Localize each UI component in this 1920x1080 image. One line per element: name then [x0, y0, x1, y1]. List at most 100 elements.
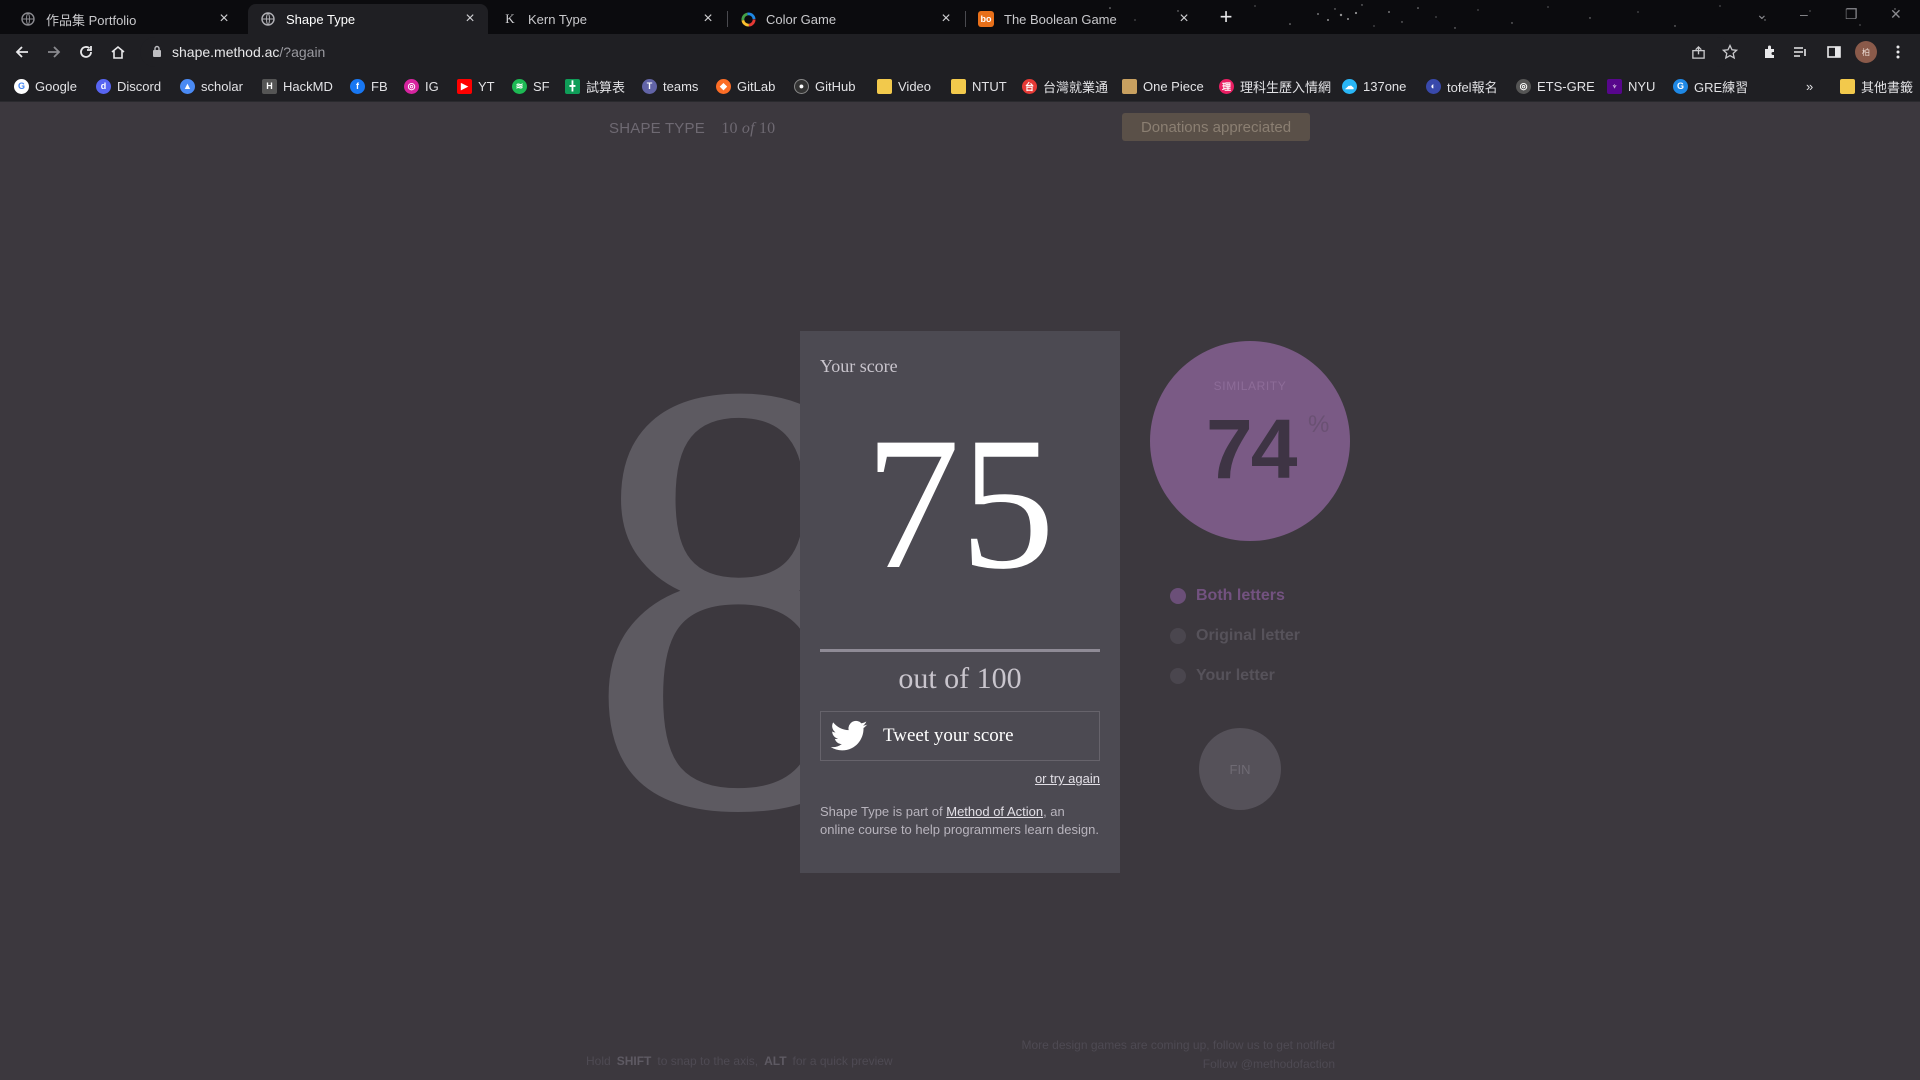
close-tab-icon[interactable]: ×: [938, 10, 954, 28]
media-control-icon[interactable]: [1786, 38, 1814, 66]
browser-toolbar: shape.method.ac/?again 柏: [0, 34, 1920, 70]
bookmark-137one[interactable]: ☁ 137one: [1342, 77, 1406, 95]
reload-button[interactable]: [72, 38, 100, 66]
nyu-torch-icon: ♆: [1607, 78, 1622, 94]
donate-button[interactable]: Donations appreciated: [1122, 113, 1310, 141]
score-value: 75: [865, 399, 1055, 609]
view-option-both-letters[interactable]: Both letters: [1170, 587, 1285, 605]
notify-line: More design games are coming up, follow …: [1021, 1038, 1335, 1052]
color-wheel-icon: [740, 11, 756, 27]
close-tab-icon[interactable]: ×: [700, 10, 716, 28]
new-tab-button[interactable]: +: [1213, 5, 1239, 31]
bookmarks-bar: G Google d Discord ▲ scholar H HackMD f FB ◎ I…: [0, 70, 1920, 102]
menu-kebab-icon[interactable]: [1884, 38, 1912, 66]
view-option-your-letter[interactable]: Your letter: [1170, 667, 1275, 685]
bookmark-hackmd[interactable]: H HackMD: [262, 77, 333, 95]
tab-kern-type[interactable]: K Kern Type ×: [490, 4, 726, 34]
github-icon: ●: [794, 78, 809, 94]
bookmark-gitlab[interactable]: ◆ GitLab: [716, 77, 775, 95]
bookmark-yt[interactable]: ▶ YT: [457, 77, 495, 95]
tab-portfolio[interactable]: 作品集 Portfolio ×: [8, 4, 242, 34]
similarity-label: SIMILARITY: [1213, 379, 1287, 393]
similarity-badge: SIMILARITY 74 %: [1150, 341, 1350, 541]
maximize-icon[interactable]: ❐: [1845, 6, 1858, 23]
anime-site-icon: 理: [1219, 78, 1234, 94]
bookmark-teams[interactable]: Tteams: [642, 77, 698, 95]
bookmarks-overflow-button[interactable]: »: [1806, 77, 1813, 95]
bookmark-science-romance[interactable]: 理理科生歷入情網: [1219, 77, 1331, 95]
bookmark-ets-gre[interactable]: ◎ ETS-GRE: [1516, 77, 1595, 95]
bookmark-sf[interactable]: ≋ SF: [512, 77, 550, 95]
discord-icon: d: [96, 78, 111, 94]
home-icon: [111, 45, 125, 59]
shape-type-page: SHAPE TYPE 10 of 10 Donations appreciate…: [0, 103, 1920, 1080]
tab-title: Kern Type: [528, 11, 588, 27]
forward-button[interactable]: [40, 38, 68, 66]
close-tab-icon[interactable]: ×: [216, 10, 232, 28]
tab-title: Color Game: [766, 11, 837, 27]
tab-search-icon[interactable]: ⌄: [1756, 6, 1768, 23]
lock-icon[interactable]: [152, 45, 162, 60]
bookmark-tofel[interactable]: ◐ tofel報名: [1426, 77, 1498, 95]
tab-shape-type[interactable]: Shape Type ×: [248, 4, 488, 34]
back-button[interactable]: [8, 38, 36, 66]
brand-title: SHAPE TYPE: [609, 120, 705, 137]
share-icon[interactable]: [1684, 38, 1712, 66]
tab-boolean-game[interactable]: bo The Boolean Game ×: [966, 4, 1202, 34]
similarity-unit: %: [1308, 411, 1330, 438]
tab-title: The Boolean Game: [1004, 11, 1117, 27]
sheets-icon: ╋: [565, 78, 580, 94]
twitter-bird-icon: [830, 720, 868, 751]
score-label: Your score: [820, 356, 898, 376]
bo-icon: bo: [978, 11, 994, 27]
tweet-label: Tweet your score: [883, 725, 1014, 746]
close-tab-icon[interactable]: ×: [1176, 10, 1192, 28]
other-bookmarks-folder[interactable]: 其他書籤: [1840, 77, 1913, 95]
close-window-icon[interactable]: ✕: [1890, 6, 1902, 23]
bookmark-taiwan-jobs[interactable]: 台台灣就業通: [1022, 77, 1108, 95]
globe-icon: [260, 11, 276, 27]
radio-icon: [1170, 668, 1186, 684]
globe-icon: [20, 11, 36, 27]
reload-icon: [80, 46, 92, 58]
globe-icon: ◎: [1516, 78, 1531, 94]
jobs-site-icon: 台: [1022, 78, 1037, 94]
side-panel-icon[interactable]: [1820, 38, 1848, 66]
bookmark-one-piece[interactable]: One Piece: [1122, 77, 1204, 95]
bookmark-google[interactable]: G Google: [14, 77, 77, 95]
bookmark-github[interactable]: ● GitHub: [794, 77, 855, 95]
bookmark-sheets[interactable]: ╋ 試算表: [565, 77, 625, 95]
k-icon: K: [505, 11, 515, 26]
radio-icon: [1170, 628, 1186, 644]
scholar-cap-icon: ▲: [180, 78, 195, 94]
fin-button[interactable]: FIN: [1199, 728, 1281, 810]
google-icon: G: [14, 78, 29, 94]
bookmark-ntut[interactable]: NTUT: [951, 77, 1007, 95]
browser-tab-strip: 作品集 Portfolio × Shape Type × K Kern Type…: [0, 0, 1920, 34]
bookmark-fb[interactable]: f FB: [350, 77, 388, 95]
try-again-link[interactable]: or try again: [1035, 771, 1100, 786]
bookmark-gre-practice[interactable]: G GRE練習: [1673, 77, 1748, 95]
address-bar[interactable]: shape.method.ac/?again: [140, 37, 1732, 67]
tweet-score-button[interactable]: Tweet your score: [820, 711, 1100, 761]
view-option-original-letter[interactable]: Original letter: [1170, 627, 1300, 645]
extensions-icon[interactable]: [1756, 38, 1784, 66]
method-of-action-link[interactable]: Method of Action: [946, 804, 1043, 819]
url-text: shape.method.ac/?again: [172, 44, 326, 60]
home-button[interactable]: [104, 38, 132, 66]
gitlab-icon: ◆: [716, 78, 731, 94]
bookmark-star-icon[interactable]: [1716, 38, 1744, 66]
profile-avatar[interactable]: 柏: [1852, 38, 1880, 66]
follow-link[interactable]: Follow @methodofaction: [1021, 1055, 1335, 1074]
radio-selected-icon: [1170, 588, 1186, 604]
bookmark-ig[interactable]: ◎ IG: [404, 77, 439, 95]
minimize-icon[interactable]: –: [1800, 6, 1808, 22]
tab-title: Shape Type: [286, 11, 356, 27]
folder-icon: [877, 78, 892, 94]
bookmark-discord[interactable]: d Discord: [96, 77, 161, 95]
bookmark-nyu[interactable]: ♆ NYU: [1607, 77, 1655, 95]
tab-color-game[interactable]: Color Game ×: [728, 4, 964, 34]
bookmark-scholar[interactable]: ▲ scholar: [180, 77, 243, 95]
bookmark-video[interactable]: Video: [877, 77, 931, 95]
close-tab-icon[interactable]: ×: [462, 10, 478, 28]
